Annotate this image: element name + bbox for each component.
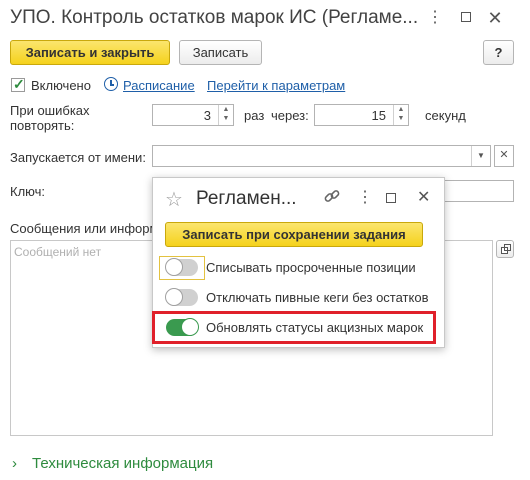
enabled-label: Включено (31, 78, 91, 93)
retry-interval-stepper[interactable]: ▲ ▼ (393, 105, 408, 125)
retry-count-value: 3 (203, 108, 211, 123)
seconds-label: секунд (425, 108, 466, 123)
clock-icon (104, 77, 118, 91)
clear-icon[interactable]: ✕ (494, 145, 514, 167)
star-icon[interactable]: ☆ (165, 187, 183, 212)
more-vertical-icon[interactable]: ⋮ (357, 187, 373, 207)
maximize-icon[interactable] (456, 8, 476, 28)
retry-interval-field[interactable]: 15 ▲ ▼ (314, 104, 409, 126)
messages-placeholder: Сообщений нет (14, 245, 102, 259)
disable-beer-kegs-label: Отключать пивные кеги без остатков (206, 290, 429, 305)
enabled-checkbox[interactable]: ✓ (11, 76, 25, 92)
save-on-task-save-button[interactable]: Записать при сохранении задания (165, 222, 423, 247)
retry-interval-value: 15 (371, 108, 386, 123)
go-to-parameters-link[interactable]: Перейти к параметрам (207, 78, 345, 93)
check-icon: ✓ (13, 76, 25, 92)
help-button[interactable]: ? (483, 40, 514, 65)
dropdown-arrow-icon[interactable]: ▼ (471, 146, 490, 166)
retry-count-field[interactable]: 3 ▲ ▼ (152, 104, 234, 126)
run-as-label: Запускается от имени: (10, 150, 146, 165)
messages-label: Сообщения или информ (10, 221, 159, 236)
update-excise-status-toggle[interactable] (166, 318, 199, 336)
retry-label: При ошибках повторять: (10, 103, 90, 133)
window-title: УПО. Контроль остатков марок ИС (Регламе… (10, 7, 419, 28)
times-label: раз (244, 108, 265, 123)
open-window-icon[interactable] (496, 240, 514, 258)
save-and-close-button[interactable]: Записать и закрыть (10, 40, 170, 65)
tech-info-toggle[interactable]: Техническая информация (32, 455, 213, 472)
link-icon[interactable] (323, 187, 341, 205)
close-icon[interactable]: ✕ (485, 8, 505, 28)
run-as-field[interactable]: ▼ (152, 145, 491, 167)
through-label: через: (271, 108, 309, 123)
write-off-expired-toggle[interactable] (165, 258, 198, 276)
disable-beer-kegs-toggle[interactable] (165, 288, 198, 306)
chevron-right-icon[interactable]: › (12, 455, 17, 472)
maximize-icon[interactable] (386, 193, 396, 203)
popup-title: Регламен... (196, 188, 297, 209)
save-button[interactable]: Записать (179, 40, 262, 65)
update-excise-status-label: Обновлять статусы акцизных марок (206, 320, 424, 335)
key-label: Ключ: (10, 184, 46, 199)
close-icon[interactable]: ✕ (417, 187, 430, 207)
settings-popup: ☆ Регламен... ⋮ ✕ Записать при сохранени… (152, 177, 445, 348)
key-field[interactable] (440, 180, 514, 202)
schedule-link[interactable]: Расписание (123, 78, 195, 93)
write-off-expired-label: Списывать просроченные позиции (206, 260, 416, 275)
retry-count-stepper[interactable]: ▲ ▼ (218, 105, 233, 125)
more-vertical-icon[interactable]: ⋮ (425, 8, 445, 28)
